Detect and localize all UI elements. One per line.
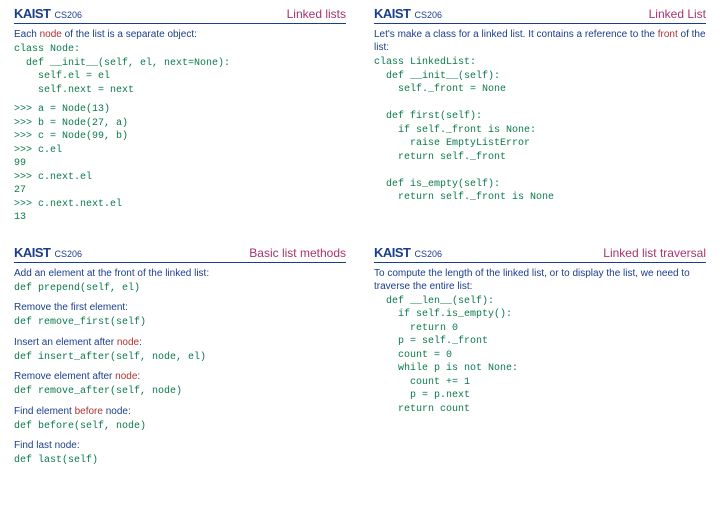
method-desc: Add an element at the front of the linke…	[14, 267, 346, 280]
intro-text: Let's make a class for a linked list. It…	[374, 28, 706, 54]
code-block: def prepend(self, el)	[14, 282, 346, 296]
code-block: def remove_after(self, node)	[14, 385, 346, 399]
slide-body: Each node of the list is a separate obje…	[14, 28, 346, 225]
slide-title: Linked List	[649, 7, 706, 21]
code-block: >>> a = Node(13) >>> b = Node(27, a) >>>…	[14, 103, 346, 225]
slide-traversal: KAIST CS206 Linked list traversal To com…	[360, 239, 720, 482]
slide-linked-list-class: KAIST CS206 Linked List Let's make a cla…	[360, 0, 720, 239]
code-block: def insert_after(self, node, el)	[14, 351, 346, 365]
method-desc: Insert an element after node:	[14, 336, 346, 349]
slide-title: Basic list methods	[249, 246, 346, 260]
course-code: CS206	[415, 10, 443, 20]
logo: KAIST	[374, 245, 411, 260]
code-block: def __len__(self): if self.is_empty(): r…	[374, 295, 706, 417]
method-desc: Remove element after node:	[14, 370, 346, 383]
logo: KAIST	[14, 245, 51, 260]
slide-header: KAIST CS206 Linked lists	[14, 6, 346, 24]
course-code: CS206	[55, 249, 83, 259]
intro-text: Each node of the list is a separate obje…	[14, 28, 346, 41]
slide-grid: KAIST CS206 Linked lists Each node of th…	[0, 0, 720, 482]
code-block: def last(self)	[14, 454, 346, 468]
code-block: class Node: def __init__(self, el, next=…	[14, 43, 346, 97]
course-code: CS206	[415, 249, 443, 259]
slide-basic-methods: KAIST CS206 Basic list methods Add an el…	[0, 239, 360, 482]
logo: KAIST	[374, 6, 411, 21]
slide-header: KAIST CS206 Basic list methods	[14, 245, 346, 263]
slide-body: Add an element at the front of the linke…	[14, 267, 346, 468]
slide-header: KAIST CS206 Linked List	[374, 6, 706, 24]
slide-body: Let's make a class for a linked list. It…	[374, 28, 706, 205]
method-desc: Find element before node:	[14, 405, 346, 418]
code-block: def before(self, node)	[14, 420, 346, 434]
intro-text: To compute the length of the linked list…	[374, 267, 706, 293]
slide-title: Linked lists	[287, 7, 346, 21]
logo: KAIST	[14, 6, 51, 21]
slide-title: Linked list traversal	[603, 246, 706, 260]
code-block: class LinkedList: def __init__(self): se…	[374, 56, 706, 205]
method-desc: Remove the first element:	[14, 301, 346, 314]
slide-header: KAIST CS206 Linked list traversal	[374, 245, 706, 263]
method-desc: Find last node:	[14, 439, 346, 452]
code-block: def remove_first(self)	[14, 316, 346, 330]
course-code: CS206	[55, 10, 83, 20]
slide-body: To compute the length of the linked list…	[374, 267, 706, 417]
slide-linked-lists: KAIST CS206 Linked lists Each node of th…	[0, 0, 360, 239]
